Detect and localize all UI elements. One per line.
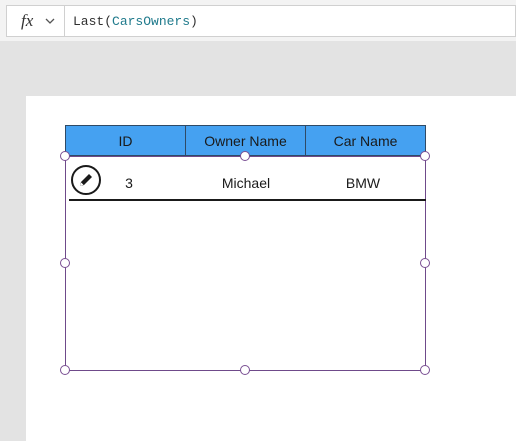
gallery-row[interactable]: 3 Michael BMW [69,163,426,201]
resize-handle-bottom-left[interactable] [60,365,70,375]
formula-input[interactable]: Last(CarsOwners) [64,5,516,37]
resize-handle-bottom[interactable] [240,365,250,375]
resize-handle-top-left[interactable] [60,151,70,161]
formula-bar: fx Last(CarsOwners) [0,0,516,41]
fx-label: fx [21,11,34,30]
cell-id: 3 [125,175,133,191]
cell-car-name: BMW [345,175,381,191]
formula-text: Last(CarsOwners) [73,14,198,29]
header-car-name: Car Name [333,132,398,149]
formula-close: ) [190,14,198,29]
formula-argument: CarsOwners [112,14,191,29]
cell-owner-name: Michael [221,175,271,191]
gallery[interactable]: 3 Michael BMW [65,156,426,371]
resize-handle-bottom-right[interactable] [420,365,430,375]
resize-handle-right[interactable] [420,258,430,268]
resize-handle-top[interactable] [240,151,250,161]
fx-button[interactable]: fx [6,5,64,37]
resize-handle-left[interactable] [60,258,70,268]
formula-function: Last( [73,14,113,29]
resize-handle-top-right[interactable] [420,151,430,161]
header-id: ID [66,126,186,155]
chevron-down-icon [45,18,55,24]
